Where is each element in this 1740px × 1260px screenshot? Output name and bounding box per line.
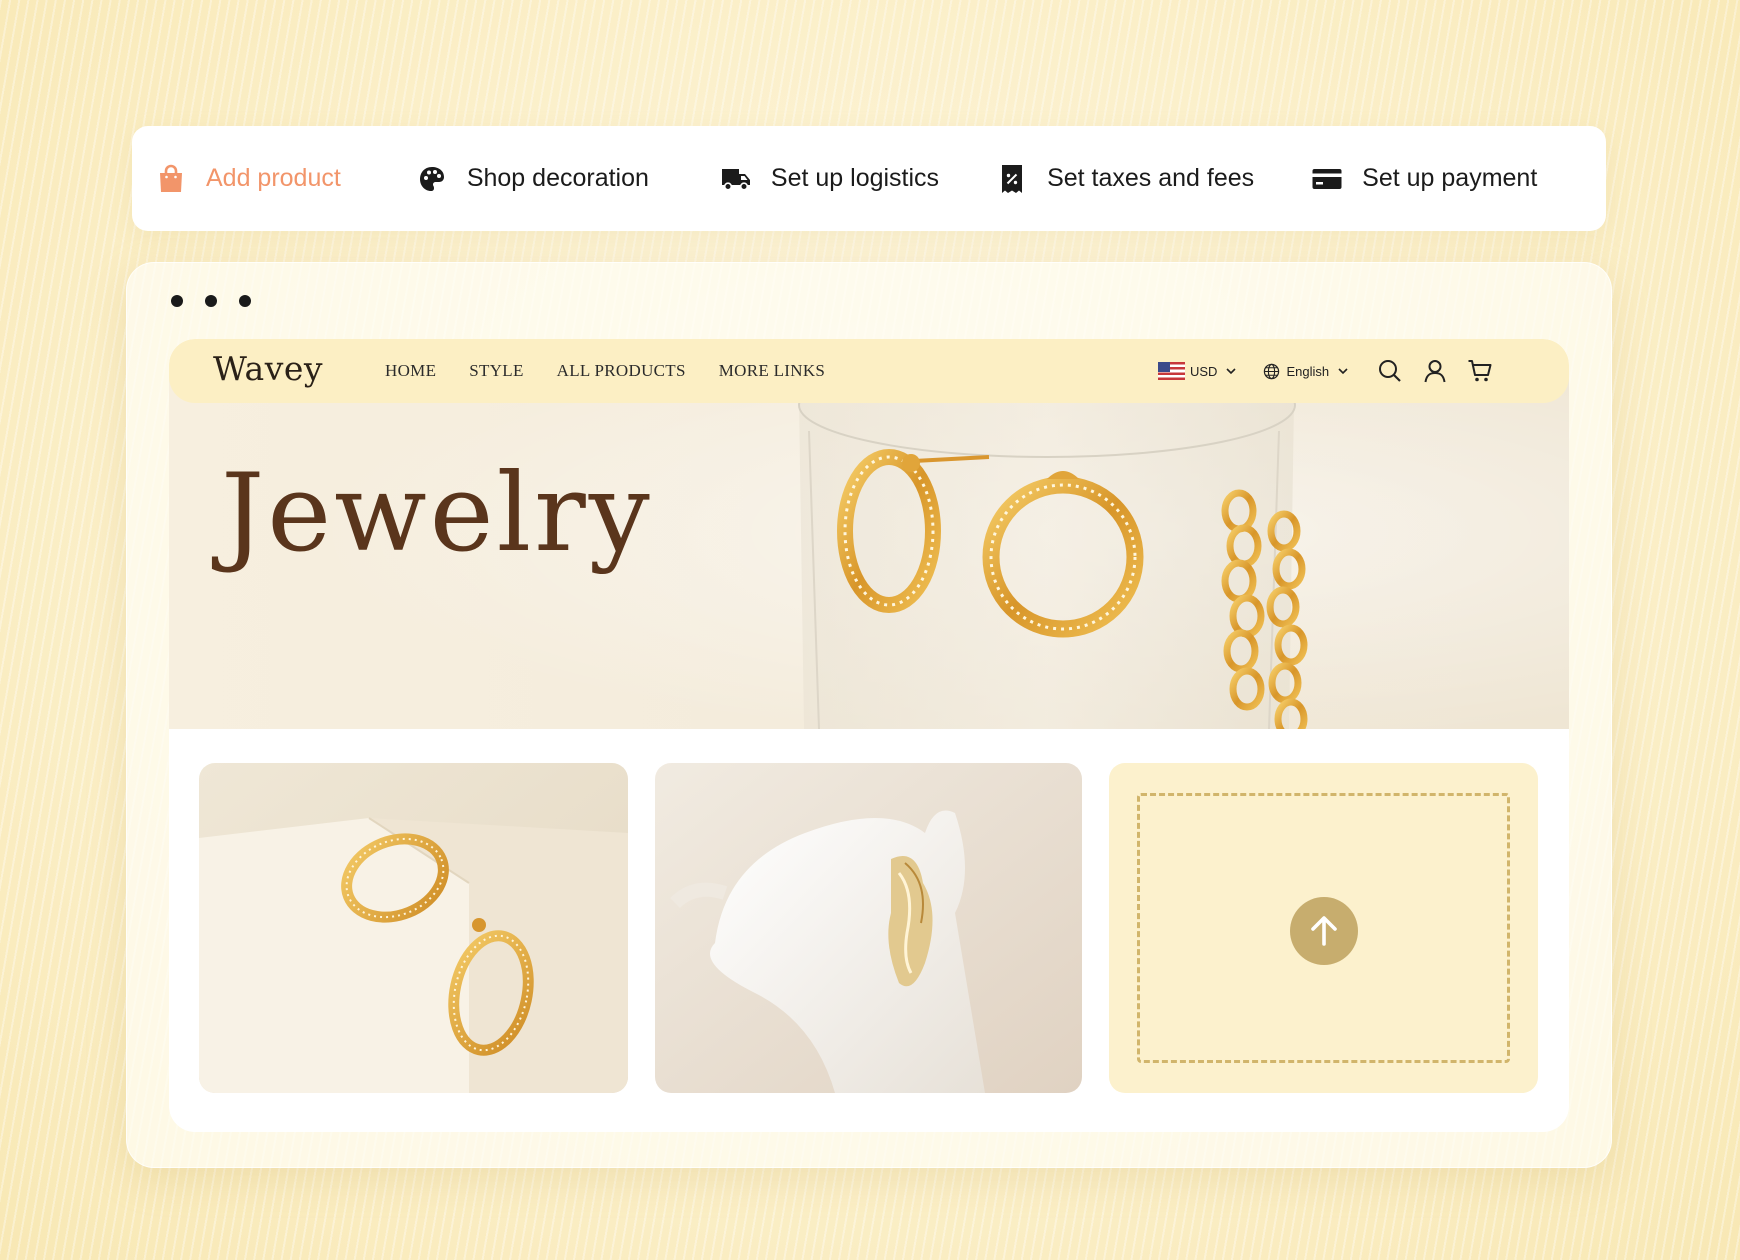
currency-selector[interactable]: USD bbox=[1158, 362, 1237, 380]
search-icon[interactable] bbox=[1377, 358, 1403, 384]
step-shop-decoration[interactable]: Shop decoration bbox=[417, 164, 649, 194]
step-label: Set up payment bbox=[1362, 164, 1538, 192]
chevron-down-icon bbox=[1338, 368, 1348, 375]
chevron-down-icon bbox=[1226, 368, 1237, 375]
hero-banner: Jewelry bbox=[169, 371, 1569, 729]
product-gallery bbox=[199, 763, 1538, 1093]
nav-home[interactable]: HOME bbox=[385, 361, 436, 381]
step-label: Set up logistics bbox=[770, 164, 940, 192]
cart-icon[interactable] bbox=[1467, 358, 1493, 384]
window-dot bbox=[239, 295, 251, 307]
nav-style[interactable]: STYLE bbox=[469, 361, 523, 381]
site-nav: HOME STYLE ALL PRODUCTS MORE LINKS bbox=[385, 361, 825, 381]
language-label: English bbox=[1286, 363, 1330, 379]
product-image-hoop-earrings[interactable] bbox=[199, 763, 628, 1093]
currency-label: USD bbox=[1190, 363, 1218, 379]
step-add-product[interactable]: Add product bbox=[156, 164, 341, 194]
header-actions: USD English bbox=[1158, 358, 1512, 384]
window-dot bbox=[205, 295, 217, 307]
credit-card-icon bbox=[1312, 164, 1342, 194]
site-header: Wavey HOME STYLE ALL PRODUCTS MORE LINKS… bbox=[169, 339, 1569, 403]
image-upload-dropzone[interactable] bbox=[1109, 763, 1538, 1093]
setup-steps-bar: Add product Shop decoration Set up logis… bbox=[132, 126, 1606, 231]
nav-more-links[interactable]: MORE LINKS bbox=[719, 361, 825, 381]
browser-preview-frame: Jewelry Wavey HOME STYLE ALL PRODUCTS MO… bbox=[126, 262, 1612, 1168]
us-flag-icon bbox=[1158, 362, 1185, 380]
upload-button[interactable] bbox=[1290, 897, 1358, 965]
truck-icon bbox=[721, 164, 751, 194]
language-selector[interactable]: English bbox=[1263, 363, 1349, 380]
step-label: Shop decoration bbox=[466, 164, 649, 192]
shopping-bag-icon bbox=[156, 164, 186, 194]
step-label: Set taxes and fees bbox=[1047, 164, 1255, 192]
site-logo[interactable]: Wavey bbox=[213, 349, 323, 388]
window-dot bbox=[171, 295, 183, 307]
storefront-page: Jewelry Wavey HOME STYLE ALL PRODUCTS MO… bbox=[169, 339, 1569, 1132]
palette-icon bbox=[417, 164, 447, 194]
step-set-up-logistics[interactable]: Set up logistics bbox=[721, 164, 939, 194]
product-image-bust-earring[interactable] bbox=[655, 763, 1082, 1093]
step-label: Add product bbox=[206, 164, 341, 192]
step-set-taxes-and-fees[interactable]: Set taxes and fees bbox=[997, 164, 1254, 194]
receipt-percent-icon bbox=[997, 164, 1027, 194]
hero-title: Jewelry bbox=[221, 451, 653, 576]
account-icon[interactable] bbox=[1422, 358, 1448, 384]
nav-all-products[interactable]: ALL PRODUCTS bbox=[557, 361, 686, 381]
arrow-up-icon bbox=[1311, 916, 1337, 946]
step-set-up-payment[interactable]: Set up payment bbox=[1312, 164, 1537, 194]
window-dots bbox=[171, 295, 251, 307]
globe-icon bbox=[1264, 363, 1280, 379]
